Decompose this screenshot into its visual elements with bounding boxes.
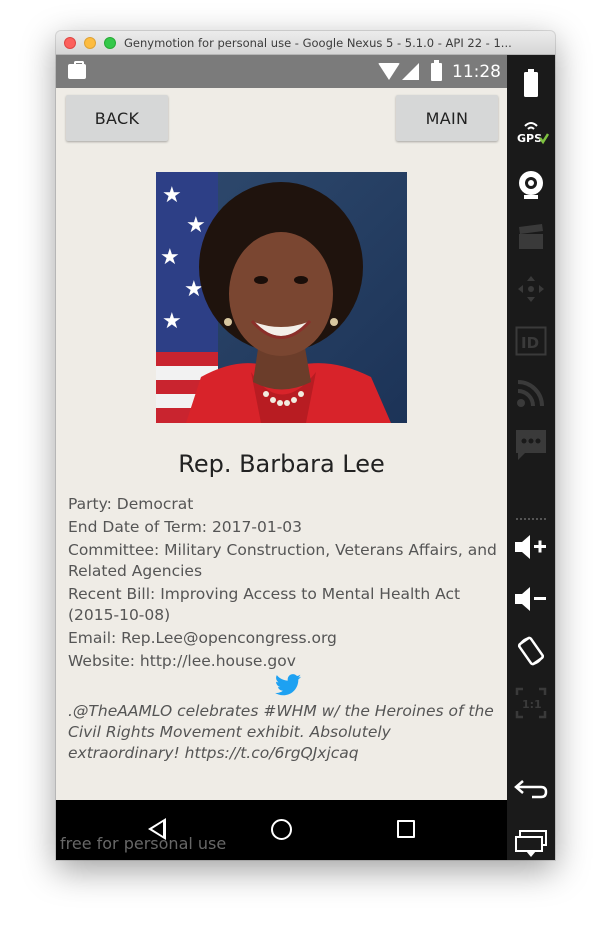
svg-text:GPS: GPS xyxy=(517,132,542,145)
close-window-button[interactable] xyxy=(64,37,76,49)
representative-photo: ★ ★ ★ ★ ★ xyxy=(156,172,407,423)
remote-control-icon[interactable] xyxy=(507,269,555,309)
representative-info: Party: Democrat End Date of Term: 2017-0… xyxy=(68,494,500,674)
capture-icon[interactable] xyxy=(507,217,555,257)
window-title: Genymotion for personal use - Google Nex… xyxy=(124,36,512,50)
webcam-icon[interactable] xyxy=(507,165,555,205)
wifi-icon xyxy=(378,63,400,80)
device-id-icon[interactable]: ID xyxy=(507,321,555,361)
battery-icon[interactable] xyxy=(507,63,555,103)
svg-text:★: ★ xyxy=(160,245,180,270)
gps-icon[interactable]: GPS xyxy=(507,113,555,153)
recent-bill-text: Recent Bill: Improving Access to Mental … xyxy=(68,585,461,624)
rotate-icon[interactable] xyxy=(507,631,555,671)
status-bar: 11:28 xyxy=(56,55,507,88)
sms-icon[interactable] xyxy=(507,425,555,465)
pixel-perfect-icon[interactable]: 1:1 xyxy=(507,683,555,723)
party-text: Party: Democrat xyxy=(68,495,194,513)
representative-name: Rep. Barbara Lee xyxy=(178,450,385,478)
website-text[interactable]: Website: http://lee.house.gov xyxy=(68,651,500,672)
back-button[interactable]: BACK xyxy=(66,95,168,141)
genymotion-toolbar: GPS ID 1:1 xyxy=(507,55,555,860)
email-text[interactable]: Email: Rep.Lee@opencongress.org xyxy=(68,628,500,649)
scroll-down-icon[interactable] xyxy=(507,847,555,860)
cell-signal-icon xyxy=(402,63,419,80)
status-time: 11:28 xyxy=(452,62,501,82)
watermark: free for personal use xyxy=(60,834,227,853)
phone-screen: 11:28 BACK MAIN ★ ★ ★ ★ ★ Rep. Barbara L… xyxy=(56,55,507,860)
committee-text: Committee: Military Construction, Vetera… xyxy=(68,541,497,580)
zoom-window-button[interactable] xyxy=(104,37,116,49)
battery-icon xyxy=(431,60,442,81)
title-bar[interactable]: Genymotion for personal use - Google Nex… xyxy=(56,31,555,55)
svg-text:★: ★ xyxy=(162,183,182,208)
home-icon[interactable] xyxy=(271,819,292,840)
toolbar-separator xyxy=(516,518,546,520)
end-date-text: End Date of Term: 2017-01-03 xyxy=(68,518,303,536)
main-button[interactable]: MAIN xyxy=(396,95,498,141)
svg-text:★: ★ xyxy=(162,309,182,334)
minimize-window-button[interactable] xyxy=(84,37,96,49)
svg-text:1:1: 1:1 xyxy=(522,698,542,711)
svg-text:ID: ID xyxy=(521,334,539,352)
emulator-window: Genymotion for personal use - Google Nex… xyxy=(56,31,555,860)
volume-up-icon[interactable] xyxy=(507,527,555,567)
network-icon[interactable] xyxy=(507,373,555,413)
twitter-icon xyxy=(275,674,301,696)
back-icon[interactable] xyxy=(507,769,555,809)
svg-text:★: ★ xyxy=(186,213,206,238)
recents-icon[interactable] xyxy=(397,820,415,838)
notification-bag-icon xyxy=(68,61,86,79)
latest-tweet: .@TheAAMLO celebrates #WHM w/ the Heroin… xyxy=(68,702,494,762)
representative-detail-view: BACK MAIN ★ ★ ★ ★ ★ Rep. Barbara Lee Par… xyxy=(56,88,507,800)
volume-down-icon[interactable] xyxy=(507,579,555,619)
